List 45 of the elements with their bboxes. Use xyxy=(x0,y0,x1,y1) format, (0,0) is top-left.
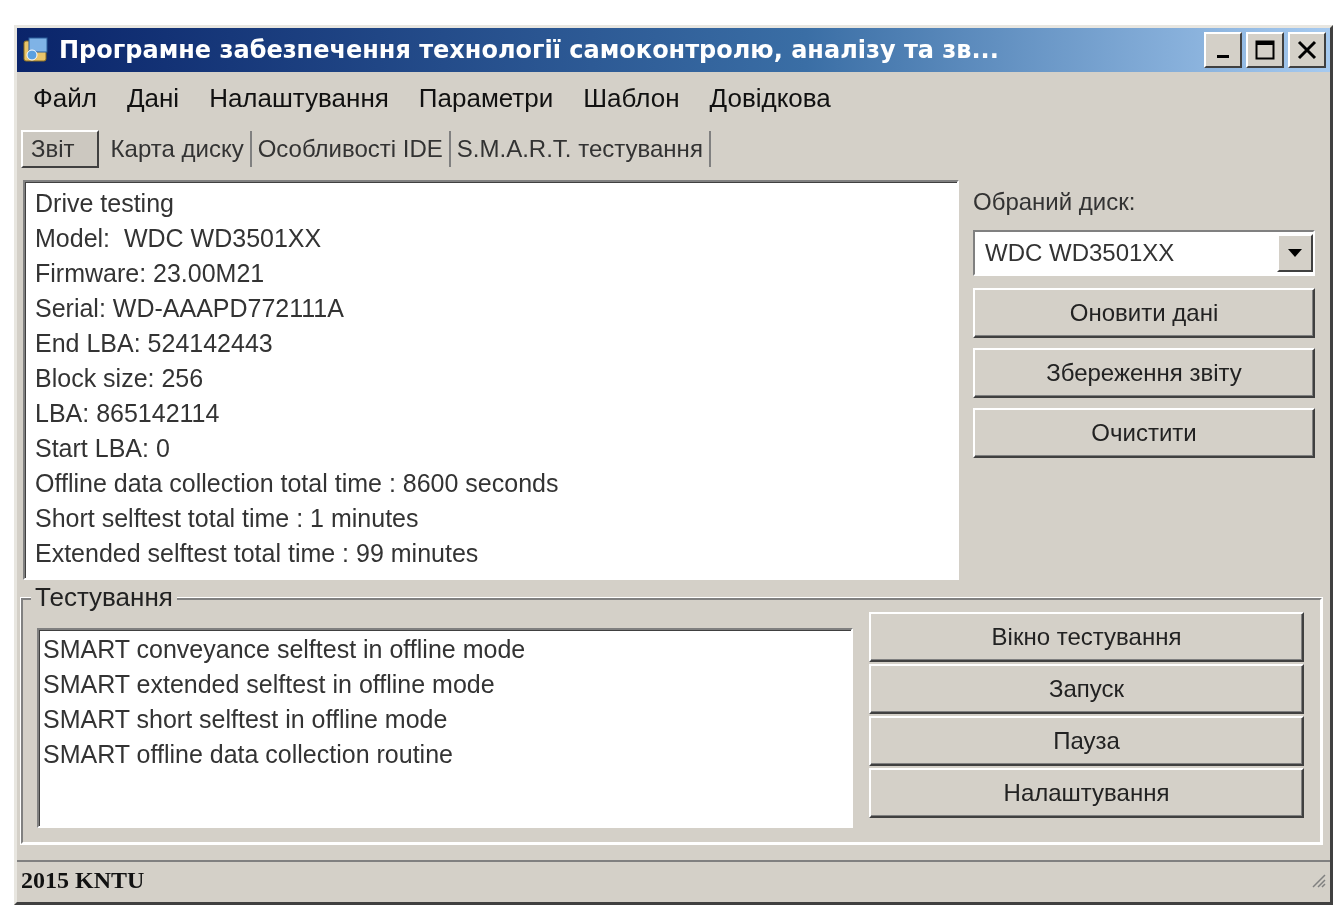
button[interactable]: Вікно тестування xyxy=(869,612,1304,662)
report-line: Start LBA: 0 xyxy=(35,433,171,464)
minimize-icon xyxy=(1217,54,1229,58)
button[interactable]: Збереження звіту xyxy=(973,348,1315,398)
button[interactable]: Пауза xyxy=(869,716,1304,766)
report-line: Model: WDC WD3501XX xyxy=(35,223,323,254)
maximize-icon xyxy=(1254,39,1276,61)
close-button[interactable] xyxy=(1288,32,1326,68)
disk-dropdown[interactable]: WDC WD3501XX xyxy=(973,230,1315,276)
button[interactable]: Налаштування xyxy=(869,768,1304,818)
report-line: Serial: WD-AAAPD772111A xyxy=(35,293,345,324)
tab[interactable]: Карта диску xyxy=(104,131,252,167)
report-line: LBA: 865142114 xyxy=(35,398,221,429)
button[interactable]: Оновити дані xyxy=(973,288,1315,338)
field-label: Обраний диск: xyxy=(973,188,1137,216)
menu-item[interactable]: Довідкова xyxy=(709,82,831,114)
resize-grip-icon[interactable] xyxy=(1310,872,1326,888)
report-line: Block size: 256 xyxy=(35,363,205,394)
maximize-button[interactable] xyxy=(1246,32,1284,68)
minimize-button[interactable] xyxy=(1204,32,1242,68)
menu-item[interactable]: Файл xyxy=(33,82,97,114)
report-line: Firmware: 23.00M21 xyxy=(35,258,266,289)
close-icon xyxy=(1296,39,1318,61)
report-line: End LBA: 524142443 xyxy=(35,328,274,359)
list-item[interactable]: SMART offline data collection routine xyxy=(43,737,847,772)
tab[interactable]: Звіт xyxy=(21,130,99,168)
menu-item[interactable]: Дані xyxy=(126,82,180,114)
status-text: 2015 KNTU xyxy=(21,866,145,894)
tab[interactable]: Особливості IDE xyxy=(251,131,451,167)
button[interactable]: Очистити xyxy=(973,408,1315,458)
report-line: Offline data collection total time : 8600 seconds xyxy=(35,468,560,499)
list-item[interactable]: SMART short selftest in offline mode xyxy=(43,702,847,737)
menu-item[interactable]: Параметри xyxy=(418,82,554,114)
list-item[interactable]: SMART conveyance selftest in offline mode xyxy=(43,632,847,667)
report-line: Extended selftest total time : 99 minutes xyxy=(35,538,480,569)
tab[interactable]: S.M.A.R.T. тестування xyxy=(450,131,711,167)
list-item[interactable]: SMART extended selftest in offline mode xyxy=(43,667,847,702)
menu-item[interactable]: Налаштування xyxy=(209,82,389,114)
menu-item[interactable]: Шаблон xyxy=(583,82,680,114)
dropdown-arrow-icon xyxy=(1288,249,1302,257)
app-icon xyxy=(23,37,48,62)
report-line: Drive testing xyxy=(35,188,175,219)
button[interactable]: Запуск xyxy=(869,664,1304,714)
window-title: Програмне забезпечення технології самоконтролю, аналізу та зв... xyxy=(59,36,1000,64)
report-line: Short selftest total time : 1 minutes xyxy=(35,503,420,534)
